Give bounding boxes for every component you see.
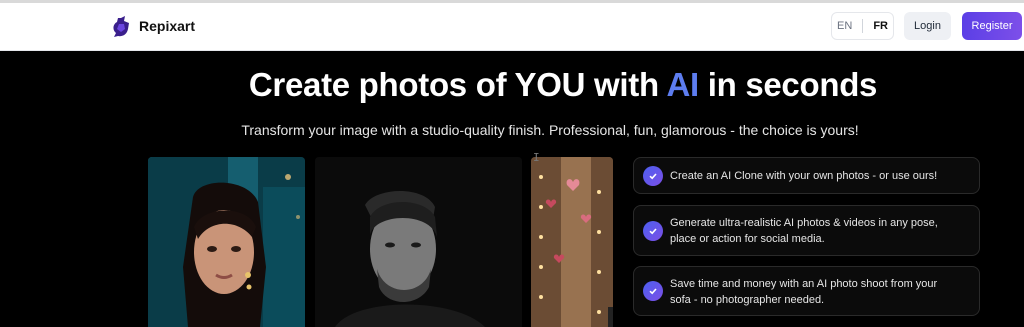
hero-title: Create photos of YOU with AI in seconds bbox=[0, 66, 1024, 104]
sample-photo-man bbox=[315, 157, 522, 327]
fairy-lights-illustration bbox=[531, 157, 613, 327]
repixart-logo-icon[interactable] bbox=[110, 15, 132, 39]
language-switcher: EN FR bbox=[831, 12, 894, 40]
feature-line: Generate ultra-realistic AI photos & vid… bbox=[670, 217, 938, 229]
man-portrait-illustration bbox=[315, 157, 522, 327]
check-circle-icon bbox=[643, 220, 663, 241]
woman-portrait-illustration bbox=[148, 157, 305, 327]
feature-line: Create an AI Clone with your own photos … bbox=[670, 170, 938, 182]
register-button[interactable]: Register bbox=[962, 12, 1022, 40]
feature-text: Create an AI Clone with your own photos … bbox=[670, 168, 969, 184]
feature-text: Generate ultra-realistic AI photos & vid… bbox=[670, 215, 969, 247]
hero-title-ai: AI bbox=[666, 66, 699, 103]
check-circle-icon bbox=[643, 165, 663, 186]
sample-photo-woman bbox=[148, 157, 305, 327]
feature-line: place or action for social media. bbox=[670, 233, 825, 245]
feature-item-ai-clone: Create an AI Clone with your own photos … bbox=[633, 157, 980, 194]
hero-title-pre: Create photos of YOU with bbox=[248, 66, 667, 103]
feature-item-generate-photos: Generate ultra-realistic AI photos & vid… bbox=[633, 205, 980, 256]
hero-subtitle: Transform your image with a studio-quali… bbox=[241, 122, 859, 138]
text-cursor-icon: I bbox=[533, 151, 540, 164]
lang-fr-option[interactable]: FR bbox=[873, 20, 888, 32]
sample-photo-lights bbox=[531, 157, 613, 327]
site-header: Repixart EN FR Login Register bbox=[0, 3, 1024, 51]
feature-text: Save time and money with an AI photo sho… bbox=[670, 276, 969, 308]
hero-title-post: in seconds bbox=[698, 66, 878, 103]
lang-divider bbox=[862, 19, 864, 33]
check-circle-icon bbox=[643, 281, 663, 301]
login-button[interactable]: Login bbox=[904, 12, 951, 40]
feature-line: Save time and money with an AI photo sho… bbox=[670, 278, 938, 290]
feature-item-save-time: Save time and money with an AI photo sho… bbox=[633, 266, 980, 316]
brand-name[interactable]: Repixart bbox=[139, 18, 195, 34]
lang-en-option[interactable]: EN bbox=[837, 20, 852, 32]
feature-line: sofa - no photographer needed. bbox=[670, 294, 825, 306]
